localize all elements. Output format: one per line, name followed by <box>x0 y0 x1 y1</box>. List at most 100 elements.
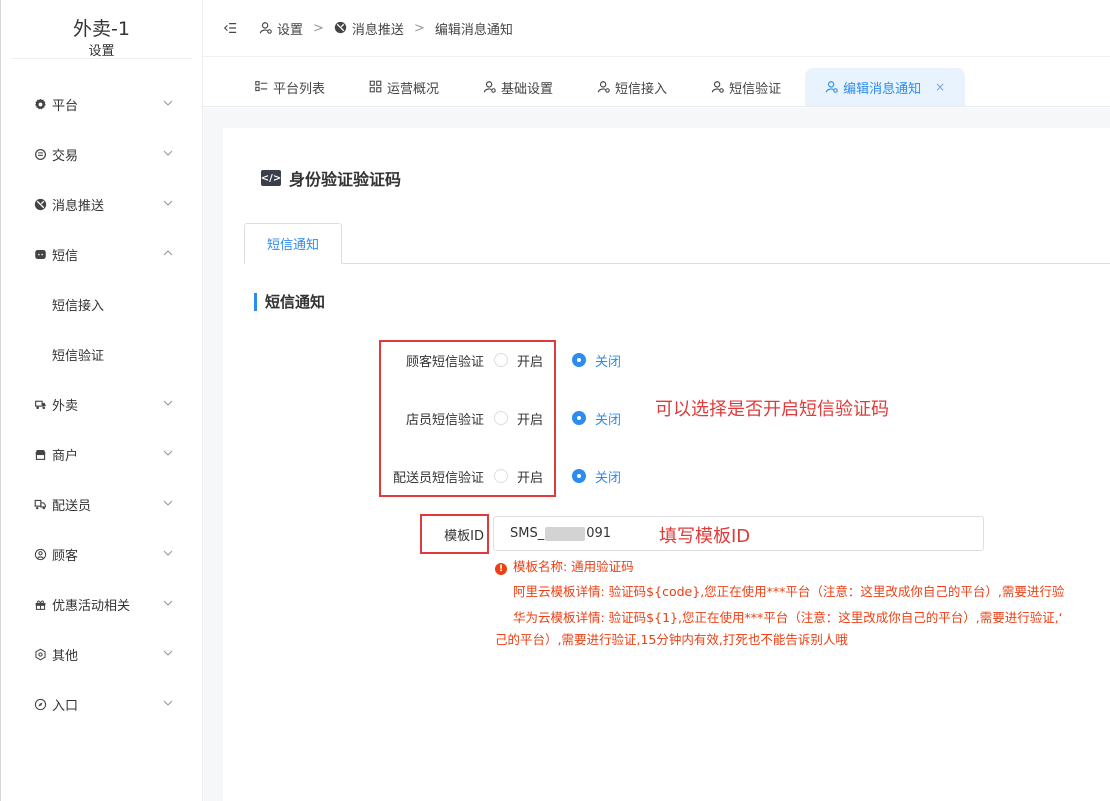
chevron-down-icon <box>163 200 173 206</box>
tab-sms-notification[interactable]: 短信通知 <box>244 223 342 264</box>
sidebar-item-entry[interactable]: 入口 <box>1 679 203 729</box>
annotation-radio-note: 可以选择是否开启短信验证码 <box>655 399 889 420</box>
breadcrumb: 设置 > 消息推送 > 编辑消息通知 <box>259 19 513 38</box>
breadcrumb-separator: > <box>413 20 425 36</box>
sidebar-item-label: 顾客 <box>52 548 79 564</box>
breadcrumb-separator: > <box>313 20 324 36</box>
top-header: 设置 > 消息推送 > 编辑消息通知 <box>203 0 1110 57</box>
field-label: 模板ID <box>444 528 484 544</box>
annotation-box-radios <box>379 340 556 497</box>
chevron-down-icon <box>163 600 173 606</box>
sidebar-subitem-sms-verify[interactable]: 短信验证 <box>1 329 203 379</box>
tab-label: 短信接入 <box>615 81 668 97</box>
page-tabs: 平台列表 运营概况 基础设置 短信接入 短信验证 编辑消息通知 × <box>203 57 1110 107</box>
chevron-down-icon <box>163 400 173 406</box>
chevron-down-icon <box>163 500 173 506</box>
sidebar-item-label: 其他 <box>52 648 79 664</box>
code-icon: </> <box>261 170 281 186</box>
close-icon[interactable]: × <box>935 80 945 94</box>
chevron-up-icon <box>163 250 173 256</box>
hexagon-icon <box>33 647 47 661</box>
list-icon <box>255 80 269 94</box>
sidebar-item-other[interactable]: 其他 <box>1 629 203 679</box>
chevron-down-icon <box>163 100 173 106</box>
tab-label: 短信验证 <box>729 81 782 97</box>
courier-icon <box>33 497 47 511</box>
chevron-down-icon <box>163 150 173 156</box>
tab-label: 运营概况 <box>387 81 440 97</box>
breadcrumb-item-edit-notification: 编辑消息通知 <box>434 22 513 38</box>
sidebar-item-label: 短信 <box>52 248 79 264</box>
gear-icon <box>33 97 47 111</box>
user-settings-icon <box>825 80 839 94</box>
chevron-down-icon <box>163 550 173 556</box>
form-row-template: 模板ID <box>422 524 484 544</box>
sms-icon <box>33 247 47 261</box>
sidebar-menu: 平台 交易 消息推送 短信 短信接入 短信验证 外卖 商户 配送员 顾客 优惠活… <box>1 79 203 729</box>
gift-icon <box>33 597 47 611</box>
help-template-name: ! 模板名称: 通用验证码 <box>495 556 634 578</box>
tab-label: 基础设置 <box>501 81 554 97</box>
sidebar-subitem-sms-access[interactable]: 短信接入 <box>1 279 203 329</box>
tab-edit-notification[interactable]: 编辑消息通知 × <box>805 68 966 106</box>
menu-fold-icon[interactable] <box>223 20 239 36</box>
sidebar-item-label: 入口 <box>52 698 79 714</box>
radio-dot <box>572 353 587 367</box>
sidebar-item-customer[interactable]: 顾客 <box>1 529 203 579</box>
tab-platform-list[interactable]: 平台列表 <box>231 68 345 106</box>
sidebar-item-label: 优惠活动相关 <box>52 598 131 614</box>
radio-clerk-off[interactable]: 关闭 <box>572 409 621 428</box>
page-title: </> 身份验证验证码 <box>261 166 401 190</box>
help-aliyun-detail: 阿里云模板详情: 验证码${code},您正在使用***平台（注意：这里改成你自… <box>513 584 1065 599</box>
trade-icon <box>33 147 47 161</box>
tab-label: 平台列表 <box>273 81 326 97</box>
sidebar-item-sms[interactable]: 短信 <box>1 229 203 279</box>
tab-basic-settings[interactable]: 基础设置 <box>459 68 573 106</box>
sidebar-item-courier[interactable]: 配送员 <box>1 479 203 529</box>
breadcrumb-item-message-push[interactable]: 消息推送 <box>352 19 404 38</box>
input-value-suffix: 091 <box>586 526 612 541</box>
brand-title: 外卖-1 <box>73 18 130 40</box>
grid-icon <box>369 80 383 94</box>
tab-operations-overview[interactable]: 运营概况 <box>345 68 459 106</box>
radio-dot <box>572 469 587 483</box>
compass-icon <box>33 697 47 711</box>
tab-sms-access[interactable]: 短信接入 <box>573 68 687 106</box>
input-value-prefix: SMS_ <box>510 526 545 541</box>
breadcrumb-item-settings[interactable]: 设置 <box>277 19 303 38</box>
sidebar-item-label: 消息推送 <box>52 198 105 214</box>
chevron-down-icon <box>163 450 173 456</box>
customer-icon <box>33 547 47 561</box>
brand-divider <box>11 58 192 59</box>
help-huawei-detail: 华为云模板详情: 验证码${1},您正在使用***平台（注意：这里改成你自己的平… <box>513 610 1063 625</box>
user-settings-icon <box>259 21 273 35</box>
chevron-down-icon <box>163 650 173 656</box>
user-settings-icon <box>483 80 497 94</box>
message-push-icon <box>334 21 348 35</box>
sidebar-item-delivery[interactable]: 外卖 <box>1 379 203 429</box>
brand: 外卖-1 设置 <box>1 0 202 70</box>
sidebar-item-label: 商户 <box>52 448 79 464</box>
error-icon: ! <box>495 563 507 575</box>
inner-tabs: 短信通知 <box>244 223 1110 264</box>
help-huawei-detail-continued: 己的平台）,需要进行验证,15分钟内有效,打死也不能告诉别人哦 <box>495 632 848 647</box>
sidebar-item-trade[interactable]: 交易 <box>1 129 203 179</box>
user-settings-icon <box>597 80 611 94</box>
form-heading: 短信通知 <box>254 293 325 311</box>
tab-label: 编辑消息通知 <box>843 81 922 97</box>
sidebar-item-merchant[interactable]: 商户 <box>1 429 203 479</box>
delivery-icon <box>33 397 47 411</box>
store-icon <box>33 447 47 461</box>
radio-courier-off[interactable]: 关闭 <box>572 467 621 486</box>
radio-customer-off[interactable]: 关闭 <box>572 351 621 370</box>
sidebar-item-message-push[interactable]: 消息推送 <box>1 179 203 229</box>
sidebar: 外卖-1 设置 平台 交易 消息推送 短信 短信接入 短信验证 外卖 商户 配送… <box>0 0 203 801</box>
chevron-down-icon <box>163 700 173 706</box>
sidebar-item-promotions[interactable]: 优惠活动相关 <box>1 579 203 629</box>
radio-dot <box>572 411 587 425</box>
page-title-text: 身份验证验证码 <box>289 170 402 189</box>
annotation-template-note: 填写模板ID <box>659 526 751 547</box>
sidebar-item-label: 交易 <box>52 148 79 164</box>
sidebar-item-platform[interactable]: 平台 <box>1 79 203 129</box>
tab-sms-verify[interactable]: 短信验证 <box>687 68 801 106</box>
